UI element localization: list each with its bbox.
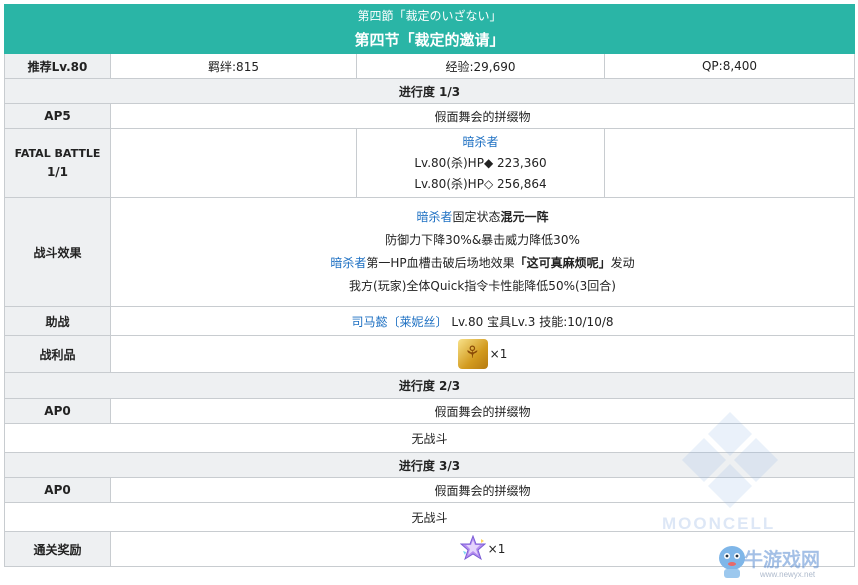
quest-table: 第四節「裁定のいざない」 第四节「裁定的邀请」 推荐Lv.80 羁绊:815 经… xyxy=(3,4,856,567)
loot-content: ×1 xyxy=(109,335,856,373)
progress-2-no-battle: 无战斗 xyxy=(3,423,856,453)
enemy-slot-assassin: 暗杀者 Lv.80(杀)HP◆ 223,360 Lv.80(杀)HP◇ 256,… xyxy=(356,128,605,198)
battle-effect-content: 暗杀者固定状态混元一阵 防御力下降30%&暴击威力降低30% 暗杀者第一HP血槽… xyxy=(109,197,856,307)
effect-2-mid: 第一HP血槽击破后场地效果 xyxy=(366,256,515,270)
enemy-slot-empty-left xyxy=(110,128,357,198)
effect-2-tail: 发动 xyxy=(610,256,635,270)
loot-quantity: ×1 xyxy=(489,347,508,361)
clear-reward-content: ×1 xyxy=(109,531,856,567)
support-servant-link[interactable]: 司马懿〔莱妮丝〕 xyxy=(351,315,447,329)
effect-1-desc: 防御力下降30%&暴击威力降低30% xyxy=(385,233,580,247)
enemy-hp-1: Lv.80(杀)HP◆ 223,360 xyxy=(414,155,547,170)
progress-3-no-battle: 无战斗 xyxy=(3,502,856,532)
saint-quartz-icon[interactable] xyxy=(459,534,487,564)
enemy-hp-2: Lv.80(杀)HP◇ 256,864 xyxy=(414,176,547,191)
effect-2-enemy-link[interactable]: 暗杀者 xyxy=(330,256,366,270)
progress-2-enemy-group: 假面舞会的拼缀物 xyxy=(109,398,856,424)
support-label: 助战 xyxy=(4,306,111,336)
support-content: 司马懿〔莱妮丝〕 Lv.80 宝具Lv.3 技能:10/10/8 xyxy=(109,306,856,336)
clear-reward-quantity: ×1 xyxy=(487,542,506,556)
progress-1-enemy-group: 假面舞会的拼缀物 xyxy=(109,103,856,129)
exp-value: 经验:29,690 xyxy=(356,53,605,79)
effect-1-enemy-link[interactable]: 暗杀者 xyxy=(416,210,452,224)
clear-reward-label: 通关奖励 xyxy=(4,531,111,567)
enemy-slot-empty-right xyxy=(603,128,856,198)
recommend-level: 推荐Lv.80 xyxy=(4,53,111,79)
bond-value: 羁绊:815 xyxy=(110,53,357,79)
effect-1-name: 混元一阵 xyxy=(500,210,549,224)
effect-2-name: 「这可真麻烦呢」 xyxy=(514,256,611,270)
progress-1-title: 进行度 1/3 xyxy=(3,78,856,104)
enemy-name-link[interactable]: 暗杀者 xyxy=(361,132,600,153)
progress-3-title: 进行度 3/3 xyxy=(3,452,856,478)
effect-2-line: 暗杀者第一HP血槽击破后场地效果「这可真麻烦呢」发动 xyxy=(115,252,850,275)
fatal-battle-label: FATAL BATTLE xyxy=(14,147,101,160)
effect-1-line: 暗杀者固定状态混元一阵 xyxy=(115,206,850,229)
loot-label: 战利品 xyxy=(4,335,111,373)
progress-2-title: 进行度 2/3 xyxy=(3,372,856,399)
fatal-battle-cell: FATAL BATTLE 1/1 xyxy=(4,128,111,198)
battle-effect-label: 战斗效果 xyxy=(4,197,111,307)
progress-3-enemy-group: 假面舞会的拼缀物 xyxy=(109,477,856,503)
fatal-battle-count: 1/1 xyxy=(46,165,69,179)
chapter-title-jp: 第四節「裁定のいざない」 xyxy=(3,4,856,26)
qp-value: QP:8,400 xyxy=(603,53,856,79)
gold-item-icon[interactable] xyxy=(457,339,488,369)
support-detail: Lv.80 宝具Lv.3 技能:10/10/8 xyxy=(451,314,614,329)
progress-1-ap: AP5 xyxy=(4,103,111,129)
effect-1-mid: 固定状态 xyxy=(452,210,501,224)
chapter-title-cn: 第四节「裁定的邀请」 xyxy=(3,25,856,54)
quest-table-container: 第四節「裁定のいざない」 第四节「裁定的邀请」 推荐Lv.80 羁绊:815 经… xyxy=(3,4,856,567)
effect-2-desc: 我方(玩家)全体Quick指令卡性能降低50%(3回合) xyxy=(349,279,616,293)
progress-3-ap: AP0 xyxy=(4,477,111,503)
site-url-watermark: www.newyx.net xyxy=(760,570,816,579)
progress-2-ap: AP0 xyxy=(4,398,111,424)
